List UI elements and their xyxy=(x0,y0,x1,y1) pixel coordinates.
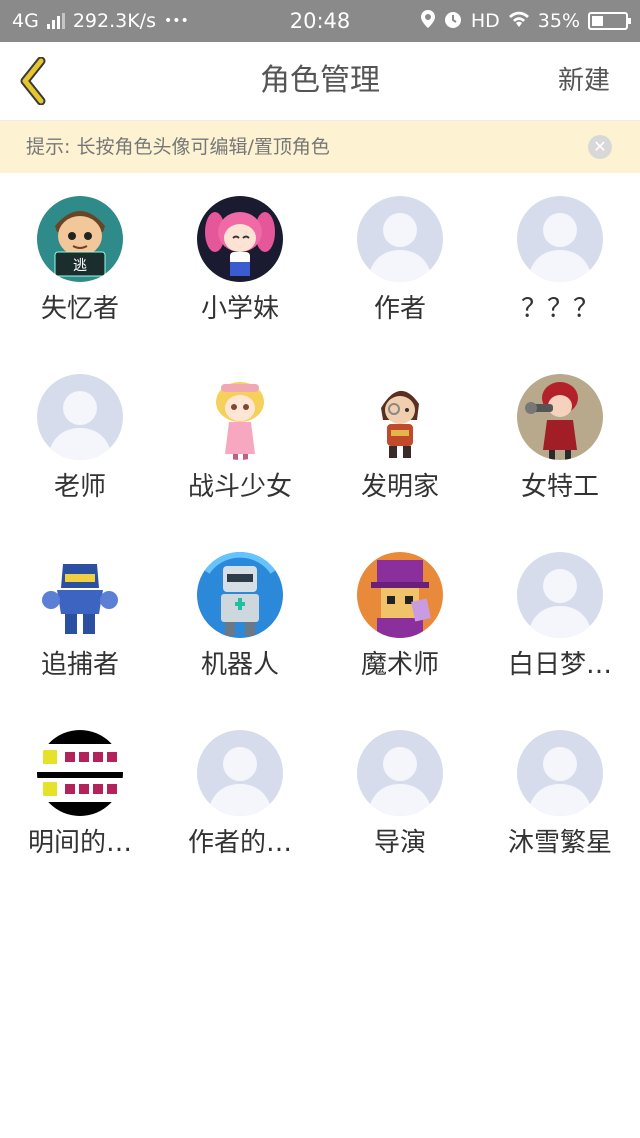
character-item[interactable]: 机器人 xyxy=(160,552,320,730)
character-name: 小学妹 xyxy=(200,294,279,324)
character-item[interactable]: 发明家 xyxy=(320,374,480,552)
more-dots: ••• xyxy=(163,13,189,29)
character-item[interactable]: 女特工 xyxy=(480,374,640,552)
svg-text:逃: 逃 xyxy=(73,258,87,274)
default-avatar-icon[interactable] xyxy=(517,552,603,638)
character-avatar[interactable] xyxy=(357,552,443,638)
character-avatar[interactable] xyxy=(37,730,123,816)
character-name: 发明家 xyxy=(360,472,439,502)
character-item[interactable]: 小学妹 xyxy=(160,196,320,374)
default-avatar-icon[interactable] xyxy=(517,196,603,282)
character-avatar[interactable] xyxy=(37,552,123,638)
character-name: 沐雪繁星 xyxy=(507,828,612,858)
default-avatar-icon[interactable] xyxy=(357,196,443,282)
network-label: 4G xyxy=(12,10,39,32)
character-avatar[interactable] xyxy=(197,374,283,460)
character-name: 追捕者 xyxy=(40,650,119,680)
character-name: 失忆者 xyxy=(40,294,119,324)
wifi-icon xyxy=(508,10,530,32)
character-item[interactable]: 老师 xyxy=(0,374,160,552)
location-icon xyxy=(420,9,435,33)
character-name: ？？？ xyxy=(520,294,599,324)
character-name: 白日梦… xyxy=(507,650,612,680)
default-avatar-icon[interactable] xyxy=(357,730,443,816)
character-name: 导演 xyxy=(373,828,426,858)
default-avatar-icon[interactable] xyxy=(517,730,603,816)
status-bar: 4G 292.3K/s ••• 20:48 HD 35% xyxy=(0,0,640,42)
character-name: 作者 xyxy=(373,294,426,324)
character-name: 战斗少女 xyxy=(187,472,292,502)
character-name: 作者的… xyxy=(187,828,292,858)
character-avatar[interactable] xyxy=(197,196,283,282)
default-avatar-icon[interactable] xyxy=(37,374,123,460)
character-avatar[interactable] xyxy=(517,374,603,460)
character-item[interactable]: 导演 xyxy=(320,730,480,908)
battery-percent: 35% xyxy=(537,10,580,32)
character-name: 老师 xyxy=(53,472,106,502)
character-name: 魔术师 xyxy=(360,650,439,680)
character-avatar[interactable] xyxy=(357,374,443,460)
character-item[interactable]: 白日梦… xyxy=(480,552,640,730)
character-item[interactable]: 追捕者 xyxy=(0,552,160,730)
character-avatar[interactable] xyxy=(197,552,283,638)
signal-icon xyxy=(46,13,65,29)
character-item[interactable]: 逃 失忆者 xyxy=(0,196,160,374)
tip-text: 提示: 长按角色头像可编辑/置顶角色 xyxy=(26,136,330,158)
character-avatar[interactable]: 逃 xyxy=(37,196,123,282)
network-speed: 292.3K/s xyxy=(72,10,156,32)
character-item[interactable]: 魔术师 xyxy=(320,552,480,730)
character-item[interactable]: 沐雪繁星 xyxy=(480,730,640,908)
battery-icon xyxy=(588,12,631,30)
character-name: 女特工 xyxy=(520,472,599,502)
tip-banner: 提示: 长按角色头像可编辑/置顶角色 ✕ xyxy=(0,121,640,173)
page-title: 角色管理 xyxy=(260,63,380,98)
close-icon[interactable]: ✕ xyxy=(588,135,612,159)
character-item[interactable]: ？？？ xyxy=(480,196,640,374)
header: 角色管理 新建 xyxy=(0,42,640,121)
new-character-button[interactable]: 新建 xyxy=(558,42,610,120)
character-name: 机器人 xyxy=(200,650,279,680)
character-item[interactable]: 战斗少女 xyxy=(160,374,320,552)
character-item[interactable]: 作者的… xyxy=(160,730,320,908)
default-avatar-icon[interactable] xyxy=(197,730,283,816)
character-name: 明间的… xyxy=(27,828,132,858)
hd-label: HD xyxy=(470,10,500,32)
character-grid: 逃 失忆者 小学妹 作者 ？？？ 老师 战斗少女 发明家 女特工 追捕者 机器人… xyxy=(0,196,640,908)
alarm-icon xyxy=(443,9,463,34)
character-item[interactable]: 作者 xyxy=(320,196,480,374)
character-item[interactable]: 明间的… xyxy=(0,730,160,908)
